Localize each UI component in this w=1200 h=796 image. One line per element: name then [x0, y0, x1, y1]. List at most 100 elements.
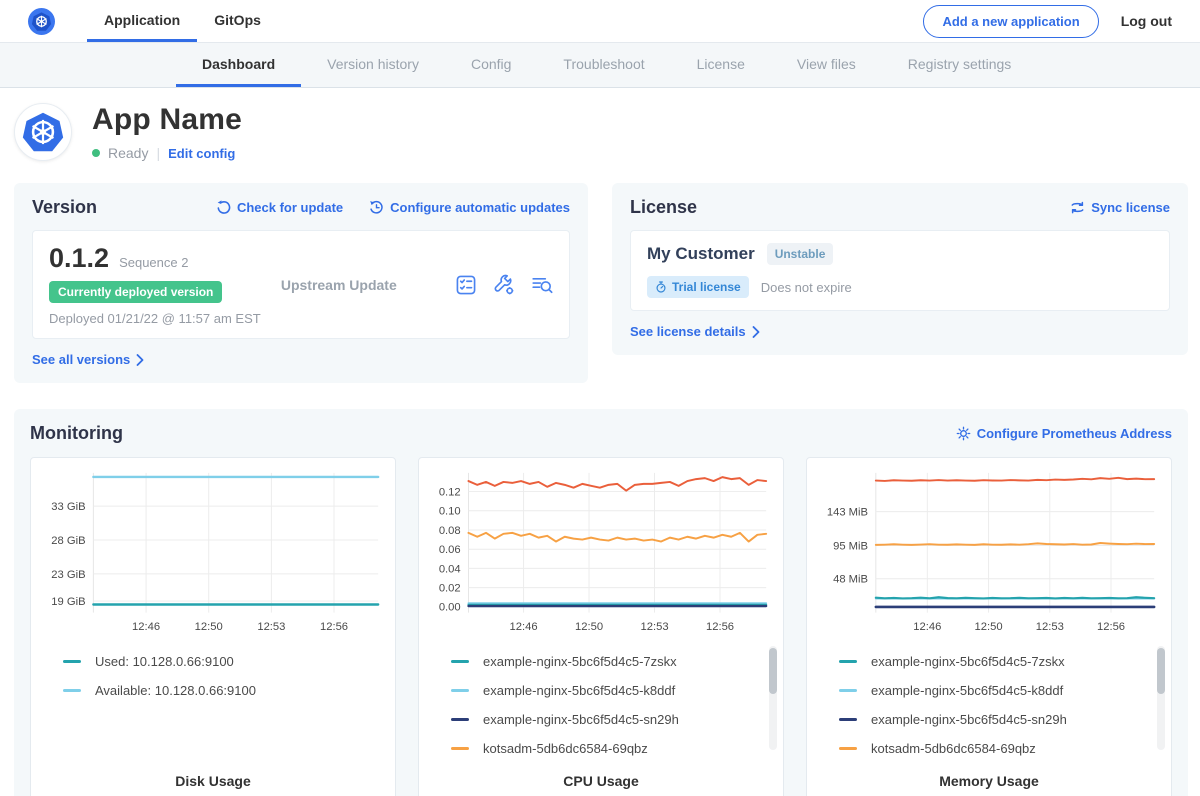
legend-swatch: [839, 689, 857, 692]
deployed-timestamp: Deployed 01/21/22 @ 11:57 am EST: [49, 311, 281, 326]
config-wrench-icon[interactable]: [493, 274, 515, 296]
svg-text:0.00: 0.00: [439, 602, 461, 614]
add-application-button[interactable]: Add a new application: [923, 5, 1098, 38]
legend-label: Available: 10.128.0.66:9100: [95, 683, 256, 698]
sync-license-link[interactable]: Sync license: [1070, 200, 1170, 215]
see-all-versions-link[interactable]: See all versions: [32, 352, 570, 367]
logout-button[interactable]: Log out: [1121, 13, 1172, 29]
chart-title: Memory Usage: [807, 773, 1171, 789]
legend-item: kotsadm-5db6dc6584-69qbz: [839, 734, 1161, 759]
svg-text:0.02: 0.02: [439, 583, 461, 595]
tab-application[interactable]: Application: [87, 0, 197, 42]
subnav-view-files[interactable]: View files: [771, 43, 882, 87]
charts-row: 19 GiB 23 GiB 28 GiB 33 GiB 12:46 12:50 12:53 1…: [30, 457, 1172, 796]
svg-text:28 GiB: 28 GiB: [51, 535, 85, 547]
chart-title: CPU Usage: [419, 773, 783, 789]
stopwatch-icon: [655, 281, 667, 293]
legend-label: example-nginx-5bc6f5d4c5-sn29h: [871, 712, 1067, 727]
top-tabs: Application GitOps: [87, 0, 278, 42]
summary-cards-row: Version Check for update Configure au: [14, 183, 1188, 383]
monitoring-title: Monitoring: [30, 423, 123, 444]
configure-automatic-updates-link[interactable]: Configure automatic updates: [369, 200, 570, 215]
svg-text:12:46: 12:46: [132, 621, 160, 633]
svg-text:12:53: 12:53: [257, 621, 285, 633]
legend-swatch: [451, 689, 469, 692]
legend-swatch: [839, 718, 857, 721]
disk-usage-chart[interactable]: 19 GiB 23 GiB 28 GiB 33 GiB 12:46 12:50 12:53 1…: [41, 466, 385, 643]
preflight-checks-icon[interactable]: [455, 274, 477, 296]
gear-icon: [956, 426, 971, 441]
monitoring-section: Monitoring Configure Prometheus Address …: [14, 409, 1188, 796]
cpu-usage-chart[interactable]: 0.000.020.040.060.080.100.1212:4612:5012…: [429, 466, 773, 643]
see-license-details-link[interactable]: See license details: [630, 324, 1170, 339]
kubernetes-logo-icon: [28, 8, 55, 35]
legend-label: example-nginx-5bc6f5d4c5-k8ddf: [871, 683, 1063, 698]
refresh-icon: [216, 200, 231, 215]
subnav-config[interactable]: Config: [445, 43, 537, 87]
memory-usage-chart[interactable]: 48 MiB95 MiB143 MiB12:4612:5012:5312:56: [817, 466, 1161, 643]
svg-text:12:56: 12:56: [706, 621, 734, 633]
cpu-usage-legend: example-nginx-5bc6f5d4c5-7zskx example-ng…: [429, 643, 773, 759]
topbar-right: Add a new application Log out: [923, 0, 1172, 42]
edit-config-link[interactable]: Edit config: [168, 146, 235, 161]
svg-text:0.10: 0.10: [439, 506, 461, 518]
legend-item: example-nginx-5bc6f5d4c5-k8ddf: [451, 676, 773, 705]
customer-name: My Customer: [647, 244, 755, 264]
legend-swatch: [451, 660, 469, 663]
license-expiry: Does not expire: [761, 280, 852, 295]
sync-icon: [1070, 200, 1085, 215]
legend-item: example-nginx-5bc6f5d4c5-k8ddf: [839, 676, 1161, 705]
svg-text:33 GiB: 33 GiB: [51, 501, 85, 513]
svg-text:12:50: 12:50: [195, 621, 223, 633]
tab-gitops[interactable]: GitOps: [197, 0, 278, 42]
legend-swatch: [451, 718, 469, 721]
version-card: Version Check for update Configure au: [14, 183, 588, 383]
legend-scrollbar-thumb[interactable]: [769, 648, 777, 694]
subnav-troubleshoot[interactable]: Troubleshoot: [537, 43, 670, 87]
legend-swatch: [63, 689, 81, 692]
svg-text:23 GiB: 23 GiB: [51, 569, 85, 581]
version-number: 0.1.2: [49, 243, 109, 274]
status-label: Ready: [108, 145, 148, 161]
legend-label: example-nginx-5bc6f5d4c5-k8ddf: [483, 683, 675, 698]
svg-text:12:50: 12:50: [575, 621, 603, 633]
diff-view-icon[interactable]: [531, 274, 553, 296]
disk-usage-chart-card: 19 GiB 23 GiB 28 GiB 33 GiB 12:46 12:50 12:53 1…: [30, 457, 396, 796]
app-header: App Name Ready | Edit config: [0, 88, 1200, 177]
svg-text:0.12: 0.12: [439, 486, 461, 498]
legend-item: example-nginx-5bc6f5d4c5-7zskx: [451, 647, 773, 676]
version-card-title: Version: [32, 197, 97, 218]
svg-text:19 GiB: 19 GiB: [51, 596, 85, 608]
license-card-title: License: [630, 197, 697, 218]
license-type-badge: Trial license: [647, 276, 749, 298]
app-logo-icon: [14, 103, 72, 161]
check-for-update-link[interactable]: Check for update: [216, 200, 343, 215]
svg-text:48 MiB: 48 MiB: [833, 574, 868, 586]
svg-text:143 MiB: 143 MiB: [827, 507, 868, 519]
memory-usage-chart-card: 48 MiB95 MiB143 MiB12:4612:5012:5312:56 …: [806, 457, 1172, 796]
subnav-registry-settings[interactable]: Registry settings: [882, 43, 1037, 87]
legend-swatch: [839, 747, 857, 750]
legend-swatch: [63, 660, 81, 663]
svg-text:12:56: 12:56: [320, 621, 348, 633]
legend-label: example-nginx-5bc6f5d4c5-7zskx: [483, 654, 677, 669]
chevron-right-icon: [136, 354, 144, 366]
legend-label: Used: 10.128.0.66:9100: [95, 654, 234, 669]
legend-scrollbar: [1157, 646, 1165, 750]
cpu-usage-chart-card: 0.000.020.040.060.080.100.1212:4612:5012…: [418, 457, 784, 796]
subnav-version-history[interactable]: Version history: [301, 43, 445, 87]
subnav-license[interactable]: License: [671, 43, 771, 87]
app-title-block: App Name Ready | Edit config: [92, 103, 242, 161]
chevron-right-icon: [752, 326, 760, 338]
legend-scrollbar-thumb[interactable]: [1157, 648, 1165, 694]
svg-text:95 MiB: 95 MiB: [833, 540, 868, 552]
memory-usage-legend: example-nginx-5bc6f5d4c5-7zskxexample-ng…: [817, 643, 1161, 759]
legend-label: kotsadm-5db6dc6584-69qbz: [871, 741, 1036, 756]
configure-prometheus-link[interactable]: Configure Prometheus Address: [956, 426, 1172, 441]
subnav-dashboard[interactable]: Dashboard: [176, 43, 301, 87]
version-source-label: Upstream Update: [281, 277, 455, 293]
status-divider: |: [156, 145, 160, 161]
channel-badge: Unstable: [767, 243, 834, 265]
page-title: App Name: [92, 103, 242, 137]
svg-text:0.06: 0.06: [439, 544, 461, 556]
